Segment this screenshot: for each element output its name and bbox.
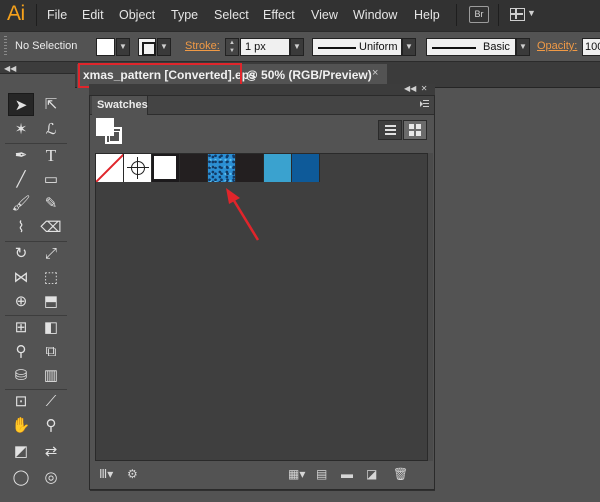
blob-brush-tool-icon[interactable]: ⌇ [8,216,34,239]
separator [498,4,499,26]
separator [36,4,37,26]
default-fill-stroke-icon[interactable]: ◩ [8,440,34,463]
rotate-tool-icon[interactable]: ↻ [8,242,34,265]
pencil-tool-icon[interactable]: ✎ [38,192,64,215]
menu-help[interactable]: Help [414,8,440,22]
type-tool-icon[interactable]: T [38,144,64,167]
menu-window[interactable]: Window [353,8,397,22]
new-swatch-icon[interactable]: ◪ [366,467,377,481]
list-view-button[interactable] [378,120,402,140]
swatch-kind-icon[interactable]: ⚙ [127,467,138,481]
bridge-button[interactable]: Br [469,6,489,23]
chevron-down-icon[interactable]: ▼ [527,8,536,18]
brush-label: Basic [483,41,510,53]
column-graph-tool-icon[interactable]: ▥ [38,364,64,387]
swatch-white[interactable] [152,154,180,182]
menu-effect[interactable]: Effect [263,8,295,22]
paintbrush-tool-icon[interactable]: 🖌 [8,192,34,215]
app-logo: Ai [7,2,25,25]
panel-footer [90,462,434,489]
mesh-tool-icon[interactable]: ⊞ [8,316,34,339]
menu-view[interactable]: View [311,8,338,22]
panel-scrollbar[interactable] [428,153,433,461]
opacity-input[interactable]: 100 [582,38,600,56]
swatch-black[interactable] [180,154,208,182]
direct-selection-tool-icon[interactable]: ⇱ [38,93,64,116]
zoom-tool-icon[interactable]: ⚲ [38,414,64,437]
grip-handle[interactable] [4,36,7,56]
pen-tool-icon[interactable]: ✒ [8,144,34,167]
menu-object[interactable]: Object [119,8,155,22]
thumbnail-view-button[interactable] [403,120,427,140]
selection-label: No Selection [15,40,78,52]
artboard-tool-icon[interactable]: ⊡ [8,390,34,413]
tab-swatches-label: Swatches [97,99,148,111]
rectangle-tool-icon[interactable]: ▭ [38,168,64,191]
close-icon[interactable]: × [372,67,378,79]
menu-select[interactable]: Select [214,8,249,22]
new-color-group-icon[interactable]: ▬ [341,467,353,481]
magic-wand-tool-icon[interactable]: ✶ [8,118,34,141]
fill-color-icon[interactable] [96,118,114,136]
collapse-icon[interactable]: ◀◀ [4,64,16,73]
show-swatch-kinds-icon[interactable]: ▦▾ [288,467,305,481]
brush-dropdown-arrow[interactable]: ▼ [516,38,530,56]
panel-collapse-close-icon[interactable]: ◀◀ ✕ [404,84,427,93]
menu-edit[interactable]: Edit [82,8,104,22]
profile-line-preview [318,47,356,49]
eraser-tool-icon[interactable]: ⌫ [38,216,64,239]
swatch-dark-blue[interactable] [292,154,320,182]
blend-tool-icon[interactable]: ⧉ [38,340,64,363]
gradient-tool-icon[interactable]: ◧ [38,316,64,339]
eyedropper-tool-icon[interactable]: ⚲ [8,340,34,363]
stroke-label[interactable]: Stroke: [185,40,220,52]
screen-mode-icon[interactable]: ◎ [38,466,64,489]
lasso-tool-icon[interactable]: ℒ [38,118,64,141]
draw-normal-icon[interactable]: ◯ [8,466,34,489]
swatch-options-icon[interactable]: ▤ [316,467,327,481]
arrange-documents-icon[interactable] [510,8,525,21]
fill-dropdown-arrow[interactable]: ▼ [116,38,130,56]
panel-menu-icon[interactable] [420,99,429,109]
document-view-info: @ 50% (RGB/Preview) [246,68,372,82]
stroke-weight-dropdown[interactable]: ▼ [290,38,304,56]
stroke-weight-input[interactable]: 1 px [240,38,290,56]
swap-fill-stroke-icon[interactable]: ⇄ [38,440,64,463]
menu-file[interactable]: File [47,8,67,22]
delete-swatch-icon[interactable]: 🗑 [393,467,408,481]
annotation-arrow [226,188,260,241]
toolbox: ➤ ⇱ ✶ ℒ ✒ T ╱ ▭ 🖌 ✎ ⌇ ⌫ ↻ ⤢ ⋈ ⬚ ⊕ ⬒ ⊞ ◧ … [0,88,75,502]
shape-builder-tool-icon[interactable]: ⊕ [8,290,34,313]
selection-tool-icon[interactable]: ➤ [8,93,34,116]
canvas-scrollbar[interactable] [90,490,435,502]
live-paint-bucket-tool-icon[interactable]: ⬒ [38,290,64,313]
width-tool-icon[interactable]: ⋈ [8,266,34,289]
fill-swatch[interactable] [96,38,115,56]
stroke-swatch[interactable] [138,38,156,56]
menu-type[interactable]: Type [171,8,198,22]
symbol-sprayer-tool-icon[interactable]: ⛁ [8,364,34,387]
opacity-label[interactable]: Opacity: [537,40,577,52]
stroke-weight-stepper[interactable]: ▲ ▼ [225,38,239,56]
swatch-libraries-menu-icon[interactable]: Ⅲ▾ [99,467,113,481]
swatch-light-blue[interactable] [264,154,292,182]
swatch-registration[interactable] [124,154,152,182]
profile-dropdown-arrow[interactable]: ▼ [402,38,416,56]
swatch-black-2[interactable] [236,154,264,182]
variable-width-profile[interactable]: Uniform [312,38,402,56]
separator [456,4,457,26]
swatch-none[interactable] [96,154,124,182]
line-segment-tool-icon[interactable]: ╱ [8,168,34,191]
swatch-pattern[interactable] [208,154,236,182]
stroke-dropdown-arrow[interactable]: ▼ [157,38,171,56]
profile-label: Uniform [359,41,398,53]
brush-definition[interactable]: Basic [426,38,516,56]
hand-tool-icon[interactable]: ✋ [8,414,34,437]
scale-tool-icon[interactable]: ⤢ [38,242,64,265]
slice-tool-icon[interactable]: ⟋ [38,390,64,413]
brush-line-preview [432,47,476,49]
free-transform-tool-icon[interactable]: ⬚ [38,266,64,289]
